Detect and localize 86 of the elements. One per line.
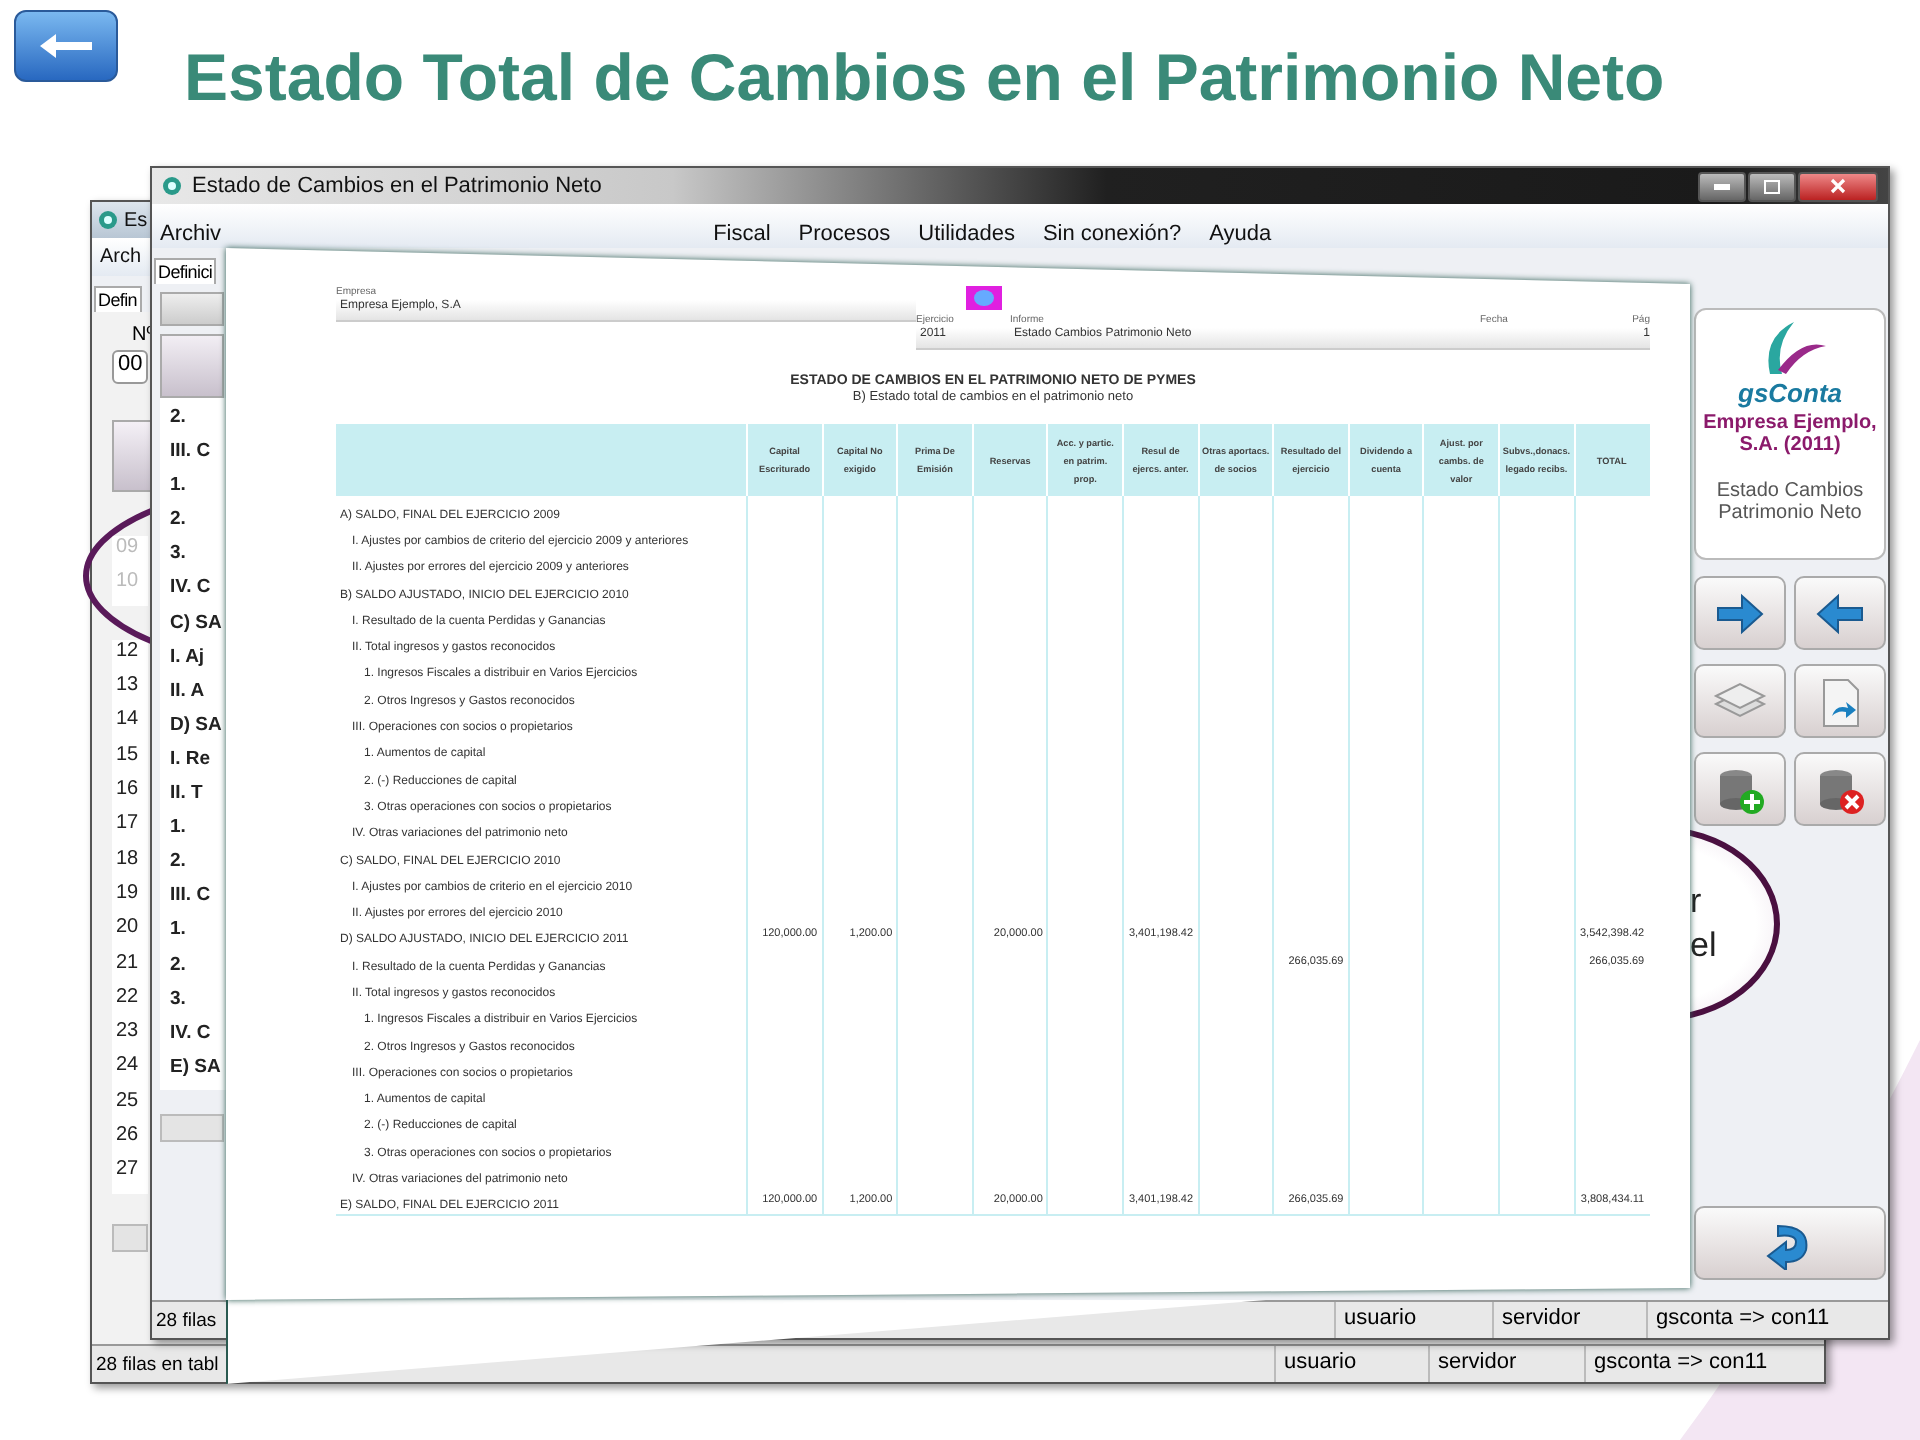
app-name: gsConta bbox=[1738, 378, 1842, 408]
report-name: Estado Cambios Patrimonio Neto bbox=[1714, 480, 1866, 524]
list-item[interactable]: D) SA bbox=[160, 713, 226, 748]
list-item[interactable]: 1. bbox=[160, 474, 226, 509]
status-bar-field: servidor bbox=[1428, 1346, 1584, 1382]
menu-item[interactable]: Fiscal bbox=[713, 224, 771, 246]
status-bar-field: usuario bbox=[1334, 1302, 1492, 1338]
close-icon bbox=[1830, 178, 1846, 194]
status-bar-field: gsconta => con11 bbox=[1646, 1302, 1888, 1338]
callout-text: r bbox=[1690, 880, 1702, 924]
menu-item[interactable]: Archiv bbox=[160, 224, 222, 246]
menu-item[interactable]: Sin conexión? bbox=[1042, 224, 1182, 246]
list-item[interactable]: IV. C bbox=[160, 1021, 226, 1056]
list-item[interactable]: III. C bbox=[160, 440, 226, 475]
menu-item[interactable]: Utilidades bbox=[918, 224, 1015, 246]
row-number: 21 bbox=[112, 951, 148, 986]
row-number: 23 bbox=[112, 1020, 148, 1055]
row-number: 16 bbox=[112, 778, 148, 813]
status-bar-field: gsconta => con11 bbox=[1584, 1346, 1824, 1382]
report-logo-icon bbox=[966, 286, 1002, 310]
app-icon bbox=[162, 176, 182, 196]
row-number: 22 bbox=[112, 985, 148, 1021]
menu-item[interactable]: Ayuda bbox=[1209, 224, 1272, 246]
company-name: Empresa Ejemplo, S.A. (2011) bbox=[1701, 412, 1879, 456]
status-bar-field: 28 filas bbox=[156, 1309, 217, 1331]
export-button[interactable] bbox=[1794, 664, 1886, 738]
back-button[interactable] bbox=[14, 10, 118, 82]
row-number: 12 bbox=[112, 639, 148, 675]
list-item[interactable]: 2. bbox=[160, 953, 226, 988]
list-item[interactable]: 2. bbox=[160, 508, 226, 543]
row-number: 19 bbox=[112, 881, 148, 917]
column-header bbox=[112, 420, 152, 492]
app-icon bbox=[98, 210, 118, 230]
horizontal-scrollbar[interactable] bbox=[112, 1224, 148, 1252]
row-number: 18 bbox=[112, 847, 148, 882]
next-button[interactable] bbox=[1694, 576, 1786, 650]
layers-button[interactable] bbox=[1694, 664, 1786, 738]
number-field[interactable]: 00 bbox=[112, 350, 148, 384]
window-title: Estado de Cambios en el Patrimonio Neto bbox=[192, 174, 602, 198]
list-item[interactable]: E) SA bbox=[160, 1055, 226, 1090]
window-title: Es bbox=[124, 209, 148, 231]
row-number: 27 bbox=[112, 1158, 148, 1194]
list-item[interactable]: II. A bbox=[160, 679, 226, 714]
toolbar-tab[interactable]: Defin bbox=[94, 286, 142, 312]
slide-title: Estado Total de Cambios en el Patrimonio Neto bbox=[184, 40, 1667, 116]
back-arrow-icon bbox=[36, 32, 96, 60]
list-item[interactable]: I. Aj bbox=[160, 645, 226, 680]
list-item[interactable]: C) SA bbox=[160, 611, 226, 646]
row-number: 17 bbox=[112, 812, 148, 848]
list-item[interactable]: IV. C bbox=[160, 576, 226, 612]
status-bar-field: usuario bbox=[1274, 1346, 1428, 1382]
row-number: 09 bbox=[112, 536, 148, 571]
minimize-button[interactable] bbox=[1698, 171, 1746, 201]
return-button[interactable] bbox=[1694, 1206, 1886, 1280]
status-bar-field: servidor bbox=[1492, 1302, 1646, 1338]
add-record-button[interactable] bbox=[1694, 752, 1786, 826]
horizontal-scrollbar[interactable] bbox=[160, 1113, 224, 1142]
list-item[interactable]: 3. bbox=[160, 542, 226, 577]
row-number: 13 bbox=[112, 674, 148, 709]
menu-item[interactable]: Procesos bbox=[798, 224, 891, 246]
callout-text: el bbox=[1690, 924, 1717, 968]
column-header bbox=[160, 334, 224, 398]
toolbar-tab[interactable]: Definici bbox=[154, 258, 217, 284]
row-number: 10 bbox=[112, 570, 148, 606]
row-number: 26 bbox=[112, 1124, 148, 1159]
minimize-icon bbox=[1714, 183, 1730, 189]
maximize-icon bbox=[1764, 179, 1780, 193]
list-item[interactable]: 1. bbox=[160, 918, 226, 953]
menu-item[interactable]: Arch bbox=[100, 246, 142, 268]
list-item[interactable]: 1. bbox=[160, 816, 226, 851]
previous-button[interactable] bbox=[1794, 576, 1886, 650]
list-item[interactable]: I. Re bbox=[160, 747, 226, 783]
row-number: 24 bbox=[112, 1054, 148, 1090]
maximize-button[interactable] bbox=[1748, 171, 1796, 201]
delete-record-button[interactable] bbox=[1794, 752, 1886, 826]
list-item[interactable]: II. T bbox=[160, 782, 226, 817]
row-number: 15 bbox=[112, 743, 148, 779]
list-item[interactable]: III. C bbox=[160, 884, 226, 919]
list-item[interactable]: 2. bbox=[160, 406, 226, 441]
row-number: 14 bbox=[112, 708, 148, 744]
status-bar-field: 28 filas en tabl bbox=[96, 1353, 219, 1375]
list-item[interactable]: 3. bbox=[160, 987, 226, 1022]
row-number: 25 bbox=[112, 1089, 148, 1125]
close-button[interactable] bbox=[1798, 171, 1878, 201]
row-number: 20 bbox=[112, 916, 148, 952]
list-item[interactable]: 2. bbox=[160, 850, 226, 885]
